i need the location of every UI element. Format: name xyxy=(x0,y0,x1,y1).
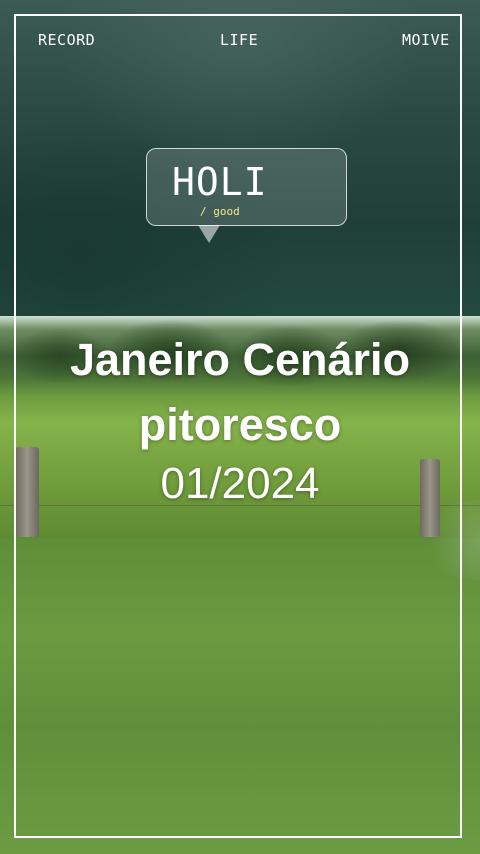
blurred-grass-background xyxy=(0,538,480,854)
speech-bubble-tail xyxy=(198,225,220,243)
headline-date: 01/2024 xyxy=(160,459,320,508)
nav-life[interactable]: LIFE xyxy=(220,30,258,50)
nav-record[interactable]: RECORD xyxy=(38,30,95,50)
bubble-title: HOLI xyxy=(172,160,268,204)
story-screen: RECORD LIFE MOIVE HOLI / good Janeiro Ce… xyxy=(0,0,480,854)
nav-moive[interactable]: MOIVE xyxy=(402,30,450,50)
headline-line-1: Janeiro Cenário xyxy=(69,334,411,385)
headline-line-2: pitoresco xyxy=(138,399,342,450)
bubble-subtitle: / good xyxy=(200,205,240,218)
